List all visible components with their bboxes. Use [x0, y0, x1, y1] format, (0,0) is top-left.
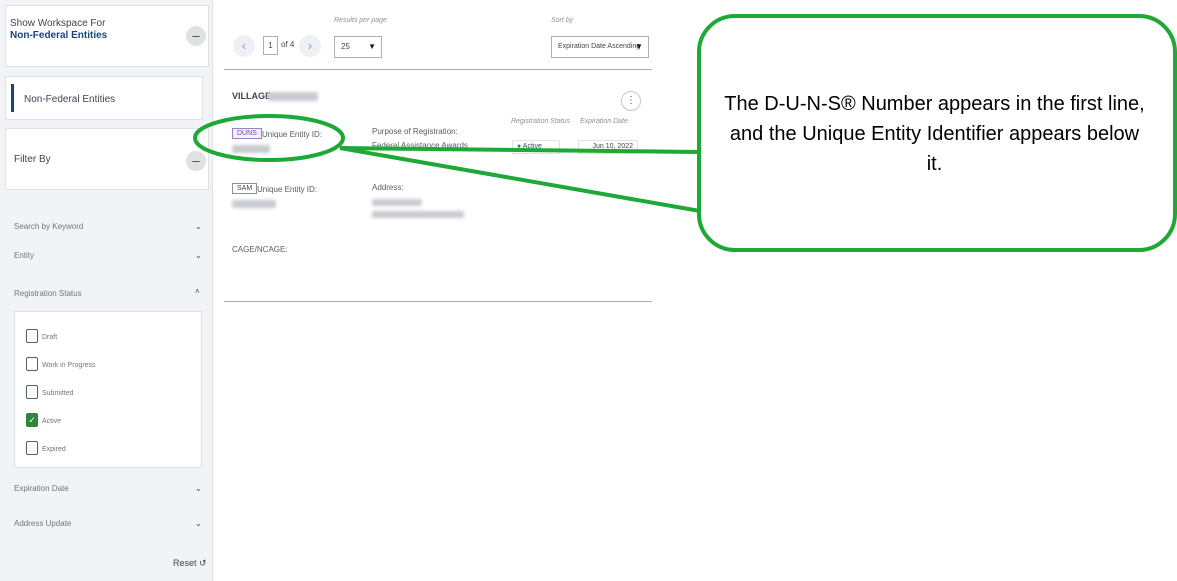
pointer-line	[339, 146, 701, 213]
pointer-line	[339, 146, 701, 154]
callout-text: The D-U-N-S® Number appears in the first…	[724, 93, 1145, 175]
highlight-ellipse	[193, 114, 345, 162]
